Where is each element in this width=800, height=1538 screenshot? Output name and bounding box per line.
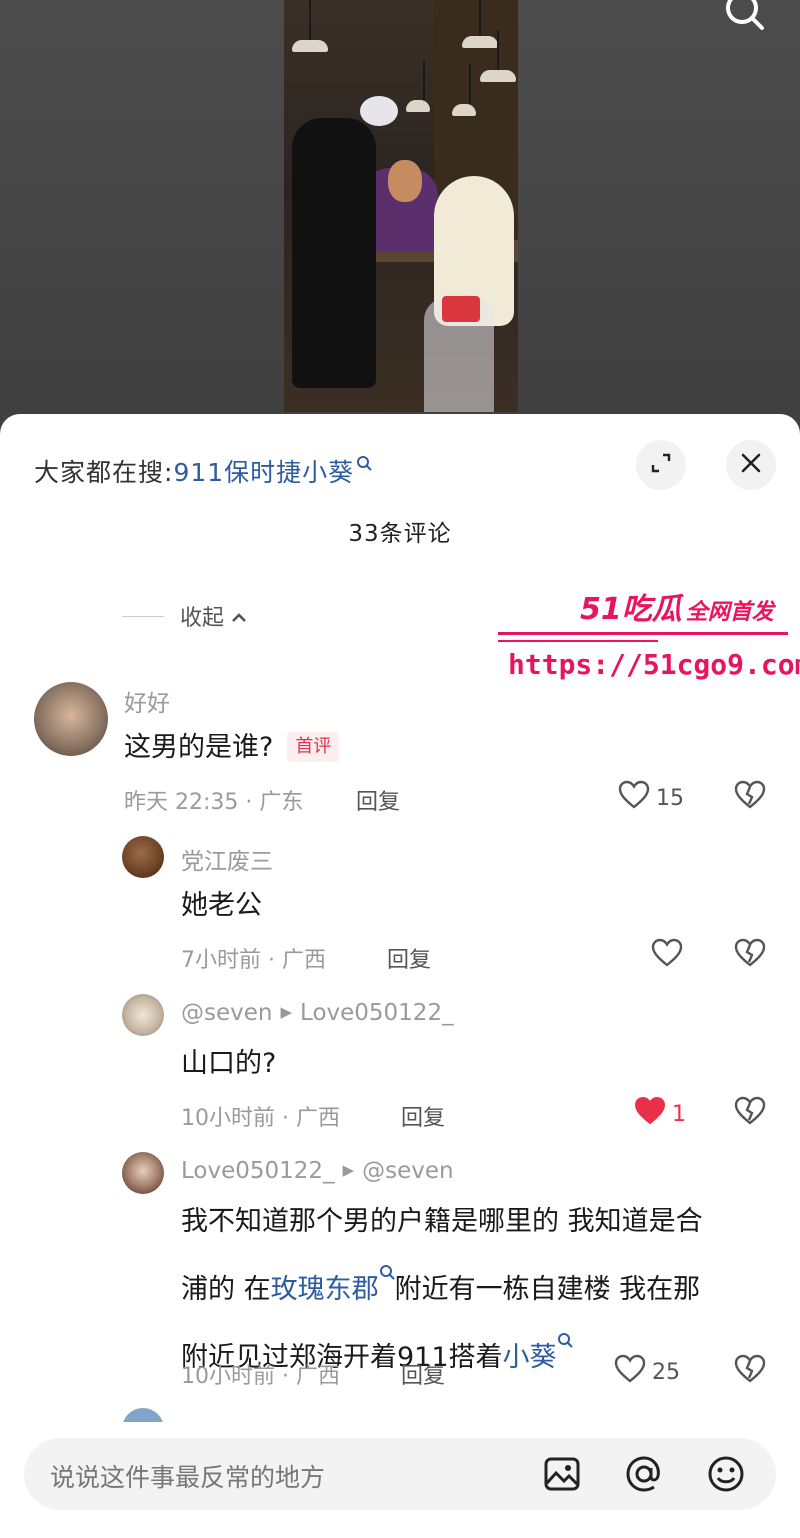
avatar[interactable] xyxy=(34,682,108,756)
search-icon xyxy=(557,1315,573,1348)
video-background[interactable] xyxy=(0,0,800,440)
video-lamp xyxy=(480,30,516,82)
trending-term[interactable]: 911保时捷小葵 xyxy=(173,458,354,487)
dislike-button[interactable] xyxy=(734,780,766,814)
image-icon[interactable] xyxy=(540,1452,584,1496)
broken-heart-icon xyxy=(734,938,766,972)
at-icon[interactable] xyxy=(622,1452,666,1496)
comment-meta: 10小时前 · 广西 xyxy=(181,1364,340,1389)
watermark-url: https://51cgo9.com xyxy=(508,648,800,681)
video-frame[interactable] xyxy=(284,0,518,412)
comment-sheet: 大家都在搜:911保时捷小葵 33条评论 收起 51吃瓜 全网首发 https:/… xyxy=(0,414,800,1538)
video-waiter xyxy=(292,118,376,388)
reply-arrow-icon: ▶ xyxy=(280,1003,293,1021)
chevron-up-icon xyxy=(224,604,248,629)
comment-text: 她老公 xyxy=(181,890,262,921)
search-icon[interactable] xyxy=(722,0,766,34)
comment-meta: 7小时前 · 广西 xyxy=(181,948,326,973)
expand-button[interactable] xyxy=(636,440,686,490)
broken-heart-icon xyxy=(734,1354,766,1388)
comment-meta: 10小时前 · 广西 xyxy=(181,1106,340,1131)
like-button[interactable]: 1 xyxy=(634,1096,686,1132)
dislike-button[interactable] xyxy=(734,938,766,972)
collapse-replies-button[interactable]: 收起 xyxy=(122,600,248,632)
close-button[interactable] xyxy=(726,440,776,490)
comments-count: 33条评论 xyxy=(348,521,452,547)
broken-heart-icon xyxy=(734,1096,766,1130)
avatar[interactable] xyxy=(122,994,164,1036)
search-link[interactable]: 玫瑰东郡 xyxy=(271,1274,379,1305)
first-comment-badge: 首评 xyxy=(287,732,340,762)
divider xyxy=(122,615,164,617)
heart-filled-icon xyxy=(634,1096,666,1132)
search-link[interactable]: 小葵 xyxy=(503,1342,557,1373)
watermark-line xyxy=(498,640,658,642)
reply-button[interactable]: 回复 xyxy=(401,1358,445,1390)
close-icon xyxy=(739,451,763,479)
comment-username[interactable]: 党江废三 xyxy=(181,842,273,876)
avatar[interactable] xyxy=(122,1152,164,1194)
trending-search[interactable]: 大家都在搜:911保时捷小葵 xyxy=(34,448,372,489)
like-count: 25 xyxy=(652,1359,680,1385)
video-lamp xyxy=(452,64,476,116)
like-count: 1 xyxy=(672,1101,686,1127)
heart-icon xyxy=(618,780,650,816)
comment-username[interactable]: 好好 xyxy=(124,684,170,718)
like-count: 15 xyxy=(656,785,684,811)
comment-username[interactable]: Love050122_ ▶ @seven xyxy=(181,1158,454,1184)
video-lamp xyxy=(292,0,328,52)
reply-to-username[interactable]: @seven xyxy=(362,1158,453,1184)
watermark-line xyxy=(498,632,788,635)
reply-button[interactable]: 回复 xyxy=(387,942,431,974)
comment-text: 这男的是谁? 首评 xyxy=(124,723,340,773)
trending-prefix: 大家都在搜: xyxy=(34,458,174,487)
comment-text: 山口的? xyxy=(181,1048,277,1079)
search-icon xyxy=(356,448,372,471)
comment-meta: 昨天 22:35 · 广东 xyxy=(124,790,304,815)
reply-button[interactable]: 回复 xyxy=(356,784,400,816)
reply-arrow-icon: ▶ xyxy=(342,1161,355,1179)
like-button[interactable]: 25 xyxy=(614,1354,680,1390)
comment-text: 我不知道那个男的户籍是哪里的 我知道是合 浦的 在玫瑰东郡 附近有一栋自建楼 我在… xyxy=(181,1206,703,1373)
like-button[interactable]: 15 xyxy=(618,780,684,816)
watermark: 51吃瓜 全网首发 https://51cgo9.com xyxy=(498,584,800,694)
comment-username[interactable]: @seven ▶ Love050122_ xyxy=(181,1000,454,1026)
watermark-title: 51吃瓜 全网首发 xyxy=(580,592,774,627)
like-button[interactable] xyxy=(651,938,689,974)
dislike-button[interactable] xyxy=(734,1354,766,1388)
video-bottle-cap xyxy=(442,296,480,322)
emoji-icon[interactable] xyxy=(704,1452,748,1496)
comment-input-bar: 说说这件事最反常的地方 xyxy=(0,1422,800,1538)
reply-to-username[interactable]: Love050122_ xyxy=(300,1000,454,1026)
comment-input[interactable]: 说说这件事最反常的地方 xyxy=(24,1438,776,1510)
collapse-label: 收起 xyxy=(180,606,225,631)
video-man-head xyxy=(388,160,422,202)
avatar[interactable] xyxy=(122,836,164,878)
heart-icon xyxy=(651,938,683,974)
reply-button[interactable]: 回复 xyxy=(401,1100,445,1132)
broken-heart-icon xyxy=(734,780,766,814)
dislike-button[interactable] xyxy=(734,1096,766,1130)
expand-icon xyxy=(649,451,673,479)
video-hairnet xyxy=(360,96,398,126)
comment-input-placeholder: 说说这件事最反常的地方 xyxy=(50,1463,326,1492)
video-lamp xyxy=(462,0,498,48)
search-icon xyxy=(379,1247,395,1280)
video-lamp xyxy=(406,60,430,112)
heart-icon xyxy=(614,1354,646,1390)
